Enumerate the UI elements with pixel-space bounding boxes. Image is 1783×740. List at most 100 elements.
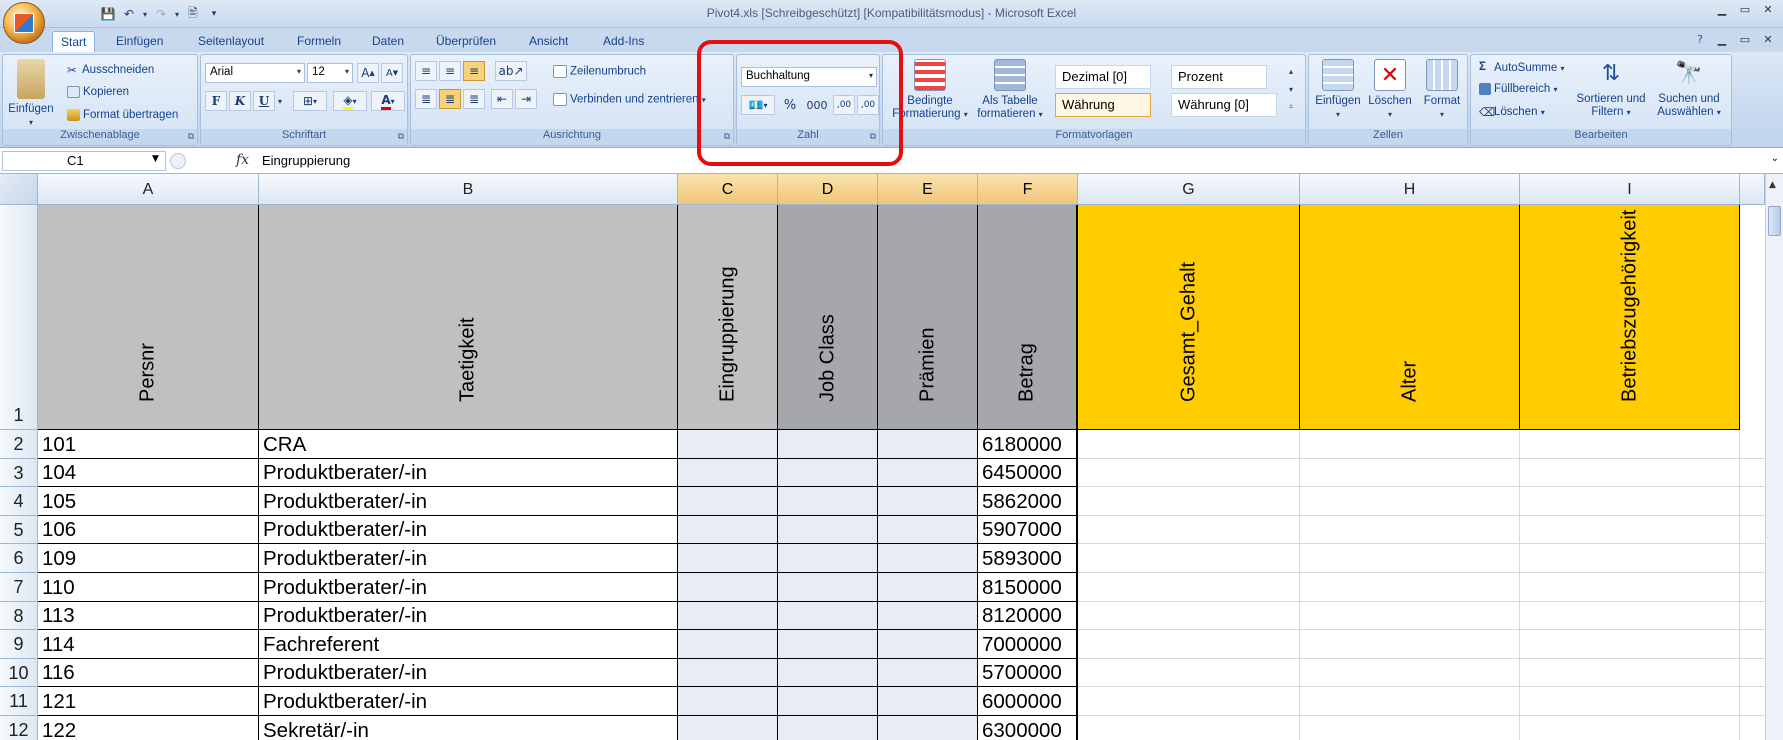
- cell-b12[interactable]: Sekretär/-in: [259, 716, 678, 740]
- column-header-b[interactable]: B: [259, 174, 678, 205]
- merge-center-button[interactable]: Verbinden und zentrieren ▾: [553, 93, 706, 106]
- underline-button[interactable]: U: [253, 91, 275, 111]
- cell-c2[interactable]: [678, 430, 778, 459]
- cell-h10[interactable]: [1300, 659, 1520, 687]
- scroll-thumb[interactable]: [1768, 206, 1781, 236]
- cell-g8[interactable]: [1078, 602, 1300, 630]
- cell-a6[interactable]: 109: [38, 544, 259, 573]
- cell-f5[interactable]: 5907000: [978, 516, 1078, 544]
- cell-h12[interactable]: [1300, 716, 1520, 740]
- tab-ansicht[interactable]: Ansicht: [521, 31, 576, 52]
- cell-d5[interactable]: [778, 516, 878, 544]
- cell-b7[interactable]: Produktberater/-in: [259, 573, 678, 602]
- cut-button[interactable]: ✂ Ausschneiden: [67, 63, 154, 77]
- cell-i6[interactable]: [1520, 544, 1740, 573]
- cell-b10[interactable]: Produktberater/-in: [259, 659, 678, 687]
- cell-g5[interactable]: [1078, 516, 1300, 544]
- cell-h4[interactable]: [1300, 487, 1520, 516]
- cell-g6[interactable]: [1078, 544, 1300, 573]
- font-launcher-icon[interactable]: ⧉: [398, 132, 404, 142]
- cell-d12[interactable]: [778, 716, 878, 740]
- maximize-button[interactable]: ▭: [1734, 3, 1756, 17]
- name-box-dropdown-icon[interactable]: ▼: [152, 154, 159, 164]
- header-cell-c[interactable]: Eingruppierung: [678, 205, 778, 430]
- cell-f7[interactable]: 8150000: [978, 573, 1078, 602]
- column-header-a[interactable]: A: [38, 174, 259, 205]
- cell-f2[interactable]: 6180000: [978, 430, 1078, 459]
- style-waehrung[interactable]: Währung: [1055, 93, 1151, 117]
- style-waehrung0[interactable]: Währung [0]: [1171, 93, 1277, 117]
- conditional-formatting-button[interactable]: Bedingte Formatierung ▾: [891, 59, 969, 121]
- align-right-icon[interactable]: ≣: [463, 89, 485, 109]
- format-as-table-button[interactable]: Als Tabelle formatieren ▾: [973, 59, 1047, 121]
- cell-c11[interactable]: [678, 687, 778, 716]
- align-bottom-icon[interactable]: ≡: [463, 61, 485, 81]
- row-header-8[interactable]: 8: [0, 602, 38, 630]
- tab-addins[interactable]: Add-Ins: [595, 31, 652, 52]
- cell-h11[interactable]: [1300, 687, 1520, 716]
- minimize-button[interactable]: ▁: [1711, 3, 1733, 17]
- cell-i11[interactable]: [1520, 687, 1740, 716]
- cell-f12[interactable]: 6300000: [978, 716, 1078, 740]
- tab-formeln[interactable]: Formeln: [289, 31, 349, 52]
- percent-button[interactable]: %: [779, 95, 801, 115]
- cell-d8[interactable]: [778, 602, 878, 630]
- cell-e7[interactable]: [878, 573, 978, 602]
- header-cell-e[interactable]: Prämien: [878, 205, 978, 430]
- cell-a5[interactable]: 106: [38, 516, 259, 544]
- row-header-12[interactable]: 12: [0, 716, 38, 740]
- column-header-e[interactable]: E: [878, 174, 978, 205]
- align-top-icon[interactable]: ≡: [415, 61, 437, 81]
- cell-a4[interactable]: 105: [38, 487, 259, 516]
- cell-g2[interactable]: [1078, 430, 1300, 459]
- cell-i4[interactable]: [1520, 487, 1740, 516]
- row-header-2[interactable]: 2: [0, 430, 38, 459]
- cell-f11[interactable]: 6000000: [978, 687, 1078, 716]
- cell-a3[interactable]: 104: [38, 459, 259, 487]
- cell-d11[interactable]: [778, 687, 878, 716]
- cell-c4[interactable]: [678, 487, 778, 516]
- clipboard-launcher-icon[interactable]: ⧉: [188, 132, 194, 142]
- cell-h7[interactable]: [1300, 573, 1520, 602]
- row-header-6[interactable]: 6: [0, 544, 38, 573]
- cell-h8[interactable]: [1300, 602, 1520, 630]
- cell-e9[interactable]: [878, 630, 978, 659]
- cell-b4[interactable]: Produktberater/-in: [259, 487, 678, 516]
- row-header-3[interactable]: 3: [0, 459, 38, 487]
- close-button[interactable]: ✕: [1757, 3, 1779, 17]
- column-header-g[interactable]: G: [1078, 174, 1300, 205]
- row-header-7[interactable]: 7: [0, 573, 38, 602]
- column-header-d[interactable]: D: [778, 174, 878, 205]
- bold-button[interactable]: F: [205, 91, 227, 111]
- italic-button[interactable]: K: [229, 91, 251, 111]
- tab-ueberpruefen[interactable]: Überprüfen: [428, 31, 504, 52]
- cell-b5[interactable]: Produktberater/-in: [259, 516, 678, 544]
- font-color-button[interactable]: A ▾: [371, 91, 405, 111]
- header-cell-h[interactable]: Alter: [1300, 205, 1520, 430]
- cell-h3[interactable]: [1300, 459, 1520, 487]
- header-cell-i[interactable]: Betriebszugehörigkeit: [1520, 205, 1740, 430]
- clear-button[interactable]: ⌫Löschen ▾: [1479, 105, 1545, 119]
- align-left-icon[interactable]: ≣: [415, 89, 437, 109]
- fill-color-button[interactable]: ◈ ▾: [333, 91, 367, 111]
- column-header-i[interactable]: I: [1520, 174, 1740, 205]
- cell-f3[interactable]: 6450000: [978, 459, 1078, 487]
- format-cells-button[interactable]: Format ▾: [1417, 59, 1467, 121]
- insert-cells-button[interactable]: Einfügen ▾: [1313, 59, 1363, 121]
- cell-e6[interactable]: [878, 544, 978, 573]
- alignment-launcher-icon[interactable]: ⧉: [724, 132, 730, 142]
- column-header-h[interactable]: H: [1300, 174, 1520, 205]
- copy-button[interactable]: Kopieren: [67, 86, 129, 98]
- tab-start[interactable]: Start: [52, 31, 96, 52]
- column-header-extra[interactable]: [1740, 174, 1765, 205]
- cell-e10[interactable]: [878, 659, 978, 687]
- format-painter-button[interactable]: Format übertragen: [67, 109, 178, 121]
- delete-cells-button[interactable]: ✕ Löschen ▾: [1365, 59, 1415, 121]
- scroll-up-icon[interactable]: ▲: [1769, 180, 1776, 190]
- header-cell-d[interactable]: Job Class: [778, 205, 878, 430]
- cell-i12[interactable]: [1520, 716, 1740, 740]
- style-decimal0[interactable]: Dezimal [0]: [1055, 65, 1151, 89]
- align-middle-icon[interactable]: ≡: [439, 61, 461, 81]
- accounting-format-button[interactable]: 💶 ▾: [741, 95, 775, 115]
- cell-i10[interactable]: [1520, 659, 1740, 687]
